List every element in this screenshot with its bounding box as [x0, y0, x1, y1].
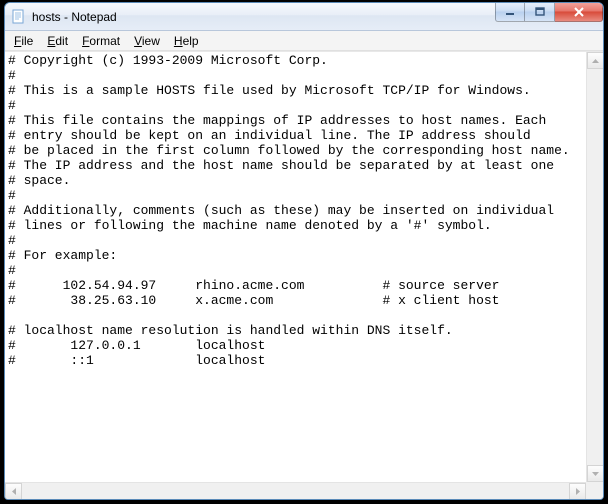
menu-edit[interactable]: Edit [40, 33, 75, 49]
notepad-icon [11, 9, 27, 25]
scroll-up-button[interactable] [587, 52, 603, 69]
menu-file[interactable]: File [7, 33, 40, 49]
scroll-left-button[interactable] [5, 483, 22, 499]
chevron-right-icon [576, 488, 580, 495]
maximize-button[interactable] [525, 2, 555, 22]
chevron-left-icon [12, 488, 16, 495]
chevron-up-icon [592, 59, 599, 63]
menubar: File Edit Format View Help [5, 31, 603, 51]
notepad-window: hosts - Notepad File Edit Format View He… [4, 2, 604, 500]
menu-format[interactable]: Format [75, 33, 127, 49]
minimize-button[interactable] [495, 2, 525, 22]
vertical-scrollbar[interactable] [586, 52, 603, 482]
close-button[interactable] [555, 2, 603, 22]
menu-view[interactable]: View [127, 33, 167, 49]
chevron-down-icon [592, 472, 599, 476]
menu-help[interactable]: Help [167, 33, 206, 49]
scroll-down-button[interactable] [587, 465, 603, 482]
titlebar[interactable]: hosts - Notepad [5, 3, 603, 31]
minimize-icon [505, 7, 515, 17]
scroll-right-button[interactable] [569, 483, 586, 499]
content-area: # Copyright (c) 1993-2009 Microsoft Corp… [5, 51, 603, 499]
close-icon [573, 6, 585, 18]
maximize-icon [535, 7, 545, 17]
text-editor[interactable]: # Copyright (c) 1993-2009 Microsoft Corp… [5, 52, 586, 482]
scrollbar-corner [586, 482, 603, 499]
window-controls [495, 2, 603, 22]
horizontal-scrollbar[interactable] [5, 482, 586, 499]
